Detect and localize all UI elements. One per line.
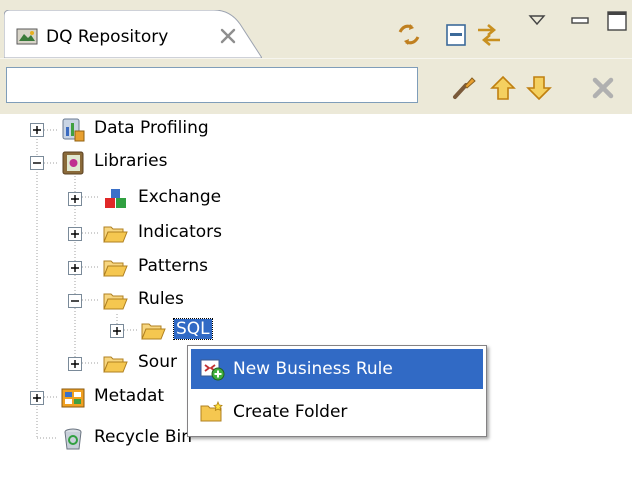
folder-open-icon [102,221,128,247]
delete-icon[interactable] [588,73,618,103]
metadata-icon [60,385,86,411]
menu-item-label: New Business Rule [233,359,393,379]
tree-item-label: Rules [138,289,184,309]
maximize-icon[interactable] [602,6,632,36]
data-profiling-icon [60,117,86,143]
arrow-down-icon[interactable] [524,73,554,103]
expand-icon[interactable] [68,260,82,275]
folder-open-icon [140,318,166,344]
clear-filter-brush-icon[interactable] [448,73,478,103]
collapse-icon[interactable] [68,293,82,308]
link-with-editor-icon[interactable] [394,20,424,50]
tab-title: DQ Repository [46,27,169,47]
new-business-rule-icon [199,357,225,381]
create-folder-icon [199,400,225,424]
tree-item-exchange[interactable]: Exchange [0,184,300,214]
minimize-icon[interactable] [566,6,596,36]
menu-item-label: Create Folder [233,402,348,422]
collapse-all-icon[interactable] [442,20,472,50]
tree-item-label: Recycle Bin [94,427,193,447]
tree-item-data-profiling[interactable]: Data Profiling [0,115,300,145]
recycle-bin-icon [60,426,86,452]
tree-item-rules[interactable]: Rules [0,286,300,316]
folder-open-icon [102,351,128,377]
tree-item-label: Sour [138,352,177,372]
arrow-up-icon[interactable] [488,73,518,103]
filter-toolbar [0,58,632,114]
folder-open-icon [102,288,128,314]
tree-item-sql[interactable]: SQL [0,316,300,346]
close-icon[interactable] [218,26,238,46]
tree-item-label: Libraries [94,151,168,171]
tree-item-indicators[interactable]: Indicators [0,219,300,249]
expand-icon[interactable] [68,226,82,241]
tree-item-libraries[interactable]: Libraries [0,148,300,178]
exchange-icon [102,186,128,212]
collapse-icon[interactable] [30,155,44,170]
folder-open-icon [102,255,128,281]
tree-item-label: SQL [173,318,213,340]
context-menu: New Business Rule Create Folder [187,345,487,437]
filter-input[interactable] [6,67,418,103]
sync-icon[interactable] [474,20,504,50]
tree-item-label: Patterns [138,256,209,276]
view-tab-bar: DQ Repository [0,0,632,58]
expand-icon[interactable] [110,323,124,338]
tab-dq-repository[interactable]: DQ Repository [4,10,262,58]
expand-icon[interactable] [68,356,82,371]
library-book-icon [60,150,86,176]
repository-icon [16,26,38,46]
menu-item-new-business-rule[interactable]: New Business Rule [191,349,483,389]
expand-icon[interactable] [30,390,44,405]
expand-icon[interactable] [30,122,44,137]
tree-item-label: Indicators [138,222,222,242]
expand-icon[interactable] [68,191,82,206]
tree-item-patterns[interactable]: Patterns [0,253,300,283]
tree-item-label: Data Profiling [94,118,209,138]
menu-item-create-folder[interactable]: Create Folder [191,392,483,432]
tree-item-label: Metadat [94,386,165,406]
view-menu-icon[interactable] [522,6,552,36]
tree-item-label: Exchange [138,187,222,207]
